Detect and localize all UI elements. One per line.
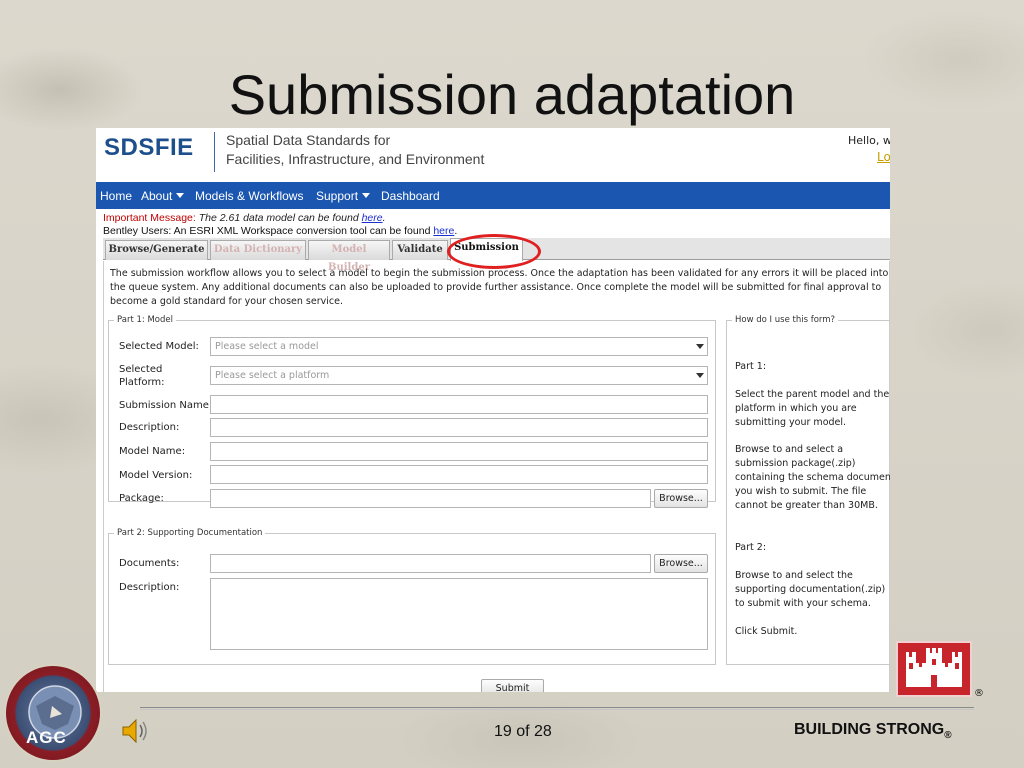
selected-platform-label-2: Platform: bbox=[119, 377, 165, 388]
intro-text: The submission workflow allows you to se… bbox=[110, 268, 889, 307]
tagline-reg-mark: ® bbox=[944, 730, 952, 742]
sdsfie-logo: SDSFIE bbox=[104, 134, 194, 161]
submit-button[interactable]: Submit bbox=[481, 679, 544, 692]
globe-icon bbox=[28, 685, 82, 739]
package-label: Package: bbox=[119, 493, 164, 504]
important-label: Important Message: bbox=[103, 212, 196, 224]
part2-description-textarea[interactable] bbox=[210, 578, 708, 650]
model-version-label: Model Version: bbox=[119, 470, 193, 481]
package-file-input[interactable] bbox=[210, 489, 651, 508]
selected-platform-placeholder: Please select a platform bbox=[215, 370, 330, 381]
description-input[interactable] bbox=[210, 418, 708, 437]
app-screenshot: SDSFIE Spatial Data Standards for Facili… bbox=[96, 128, 890, 692]
login-link[interactable]: Lo bbox=[877, 150, 890, 164]
bentley-message: Bentley Users: An ESRI XML Workspace con… bbox=[103, 225, 458, 237]
nav-about[interactable]: About bbox=[141, 189, 185, 203]
description-label: Description: bbox=[119, 422, 180, 433]
part2-legend: Part 2: Supporting Documentation bbox=[114, 528, 266, 538]
nav-dashboard[interactable]: Dashboard bbox=[381, 189, 440, 203]
usace-castle-logo bbox=[896, 641, 972, 697]
important-here-link[interactable]: here bbox=[362, 212, 383, 224]
important-message: Important Message: The 2.61 data model c… bbox=[103, 212, 386, 224]
part1-legend: Part 1: Model bbox=[114, 315, 176, 325]
nav-support[interactable]: Support bbox=[316, 189, 371, 203]
submission-panel: The submission workflow allows you to se… bbox=[103, 261, 890, 692]
logo-divider bbox=[214, 132, 215, 172]
slide-title: Submission adaptation bbox=[228, 63, 796, 126]
help-click-submit: Click Submit. bbox=[735, 626, 798, 637]
speaker-icon[interactable] bbox=[120, 716, 154, 746]
bentley-text: Bentley Users: An ESRI XML Workspace con… bbox=[103, 225, 431, 237]
submission-name-label: Submission Name: bbox=[119, 400, 213, 411]
building-strong-tagline: BUILDING STRONG® bbox=[794, 721, 952, 741]
tab-browse-generate[interactable]: Browse/Generate bbox=[105, 240, 208, 260]
help-part2-p1: Browse to and select the supporting docu… bbox=[735, 570, 886, 609]
tab-model-builder[interactable]: Model Builder bbox=[308, 240, 390, 273]
documents-label: Documents: bbox=[119, 558, 180, 569]
castle-reg-mark: ® bbox=[974, 688, 984, 699]
tab-validate[interactable]: Validate bbox=[392, 240, 448, 260]
main-navbar: Home About Models & Workflows Support Da… bbox=[96, 182, 890, 209]
user-greeting: Hello, w bbox=[848, 134, 890, 147]
documents-browse-button[interactable]: Browse... bbox=[654, 554, 708, 573]
agc-seal-text: AGC bbox=[26, 728, 67, 747]
package-browse-button[interactable]: Browse... bbox=[654, 489, 708, 508]
documents-file-input[interactable] bbox=[210, 554, 651, 573]
tagline-text: BUILDING STRONG bbox=[794, 721, 945, 738]
model-name-input[interactable] bbox=[210, 442, 708, 461]
page-number: 19 of 28 bbox=[494, 723, 552, 740]
help-part2-heading: Part 2: bbox=[735, 542, 767, 553]
model-version-input[interactable] bbox=[210, 465, 708, 484]
help-part1-p1: Select the parent model and the platform… bbox=[735, 389, 890, 428]
chevron-down-icon bbox=[696, 344, 704, 349]
important-text: The 2.61 data model can be found bbox=[198, 212, 359, 224]
chevron-down-icon bbox=[696, 373, 704, 378]
help-part1-heading: Part 1: bbox=[735, 361, 767, 372]
chevron-down-icon bbox=[362, 193, 371, 198]
model-name-label: Model Name: bbox=[119, 446, 186, 457]
logo-subtitle-line2: Facilities, Infrastructure, and Environm… bbox=[226, 151, 485, 167]
selected-model-select[interactable]: Please select a model bbox=[210, 337, 708, 356]
help-part1-p2: Browse to and select a submission packag… bbox=[735, 444, 890, 511]
nav-support-label: Support bbox=[316, 189, 359, 203]
chevron-down-icon bbox=[176, 193, 185, 198]
footer-divider bbox=[140, 707, 974, 708]
help-legend: How do I use this form? bbox=[732, 315, 839, 325]
footer-divider-shadow bbox=[140, 709, 974, 710]
submission-name-input[interactable] bbox=[210, 395, 708, 414]
part2-description-label: Description: bbox=[119, 582, 180, 593]
nav-about-label: About bbox=[141, 189, 173, 203]
logo-subtitle-line1: Spatial Data Standards for bbox=[226, 132, 391, 148]
selected-model-label: Selected Model: bbox=[119, 341, 199, 352]
tab-data-dictionary[interactable]: Data Dictionary bbox=[210, 240, 306, 260]
selected-platform-label-1: Selected bbox=[119, 364, 163, 375]
selected-platform-select[interactable]: Please select a platform bbox=[210, 366, 708, 385]
selected-model-placeholder: Please select a model bbox=[215, 341, 319, 352]
nav-models-workflows[interactable]: Models & Workflows bbox=[195, 189, 303, 203]
nav-home[interactable]: Home bbox=[100, 189, 132, 203]
bentley-here-link[interactable]: here bbox=[433, 225, 454, 237]
